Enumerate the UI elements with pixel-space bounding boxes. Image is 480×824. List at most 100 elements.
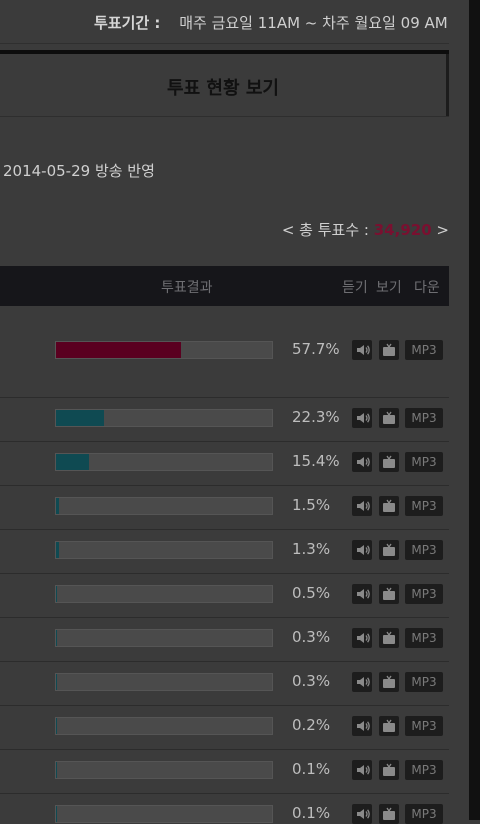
- row-divider: [0, 529, 449, 530]
- speaker-icon: [352, 760, 372, 780]
- vote-bar-fill: [56, 454, 89, 470]
- listen-button[interactable]: [352, 804, 372, 824]
- row-divider: [0, 617, 449, 618]
- divider: [0, 116, 449, 117]
- listen-button[interactable]: [352, 408, 372, 428]
- speaker-icon: [352, 540, 372, 560]
- view-button[interactable]: [379, 584, 399, 604]
- row-divider: [0, 485, 449, 486]
- speaker-icon: [352, 804, 372, 824]
- speaker-icon: [352, 496, 372, 516]
- listen-button[interactable]: [352, 584, 372, 604]
- mp3-download-button[interactable]: MP3: [405, 340, 443, 360]
- speaker-icon: [352, 716, 372, 736]
- vote-bar-fill: [56, 630, 57, 646]
- total-votes-suffix: >: [436, 221, 449, 239]
- listen-button[interactable]: [352, 760, 372, 780]
- mp3-download-button[interactable]: MP3: [405, 672, 443, 692]
- vote-percent: 0.5%: [292, 584, 330, 602]
- vote-percent: 15.4%: [292, 452, 340, 470]
- speaker-icon: [352, 672, 372, 692]
- row-divider: [0, 793, 449, 794]
- vote-bar: [55, 409, 273, 427]
- vote-status-title: 투표 현황 보기: [0, 74, 446, 100]
- listen-button[interactable]: [352, 540, 372, 560]
- row-divider: [0, 705, 449, 706]
- vote-bar: [55, 717, 273, 735]
- mp3-download-button[interactable]: MP3: [405, 716, 443, 736]
- view-button[interactable]: [379, 804, 399, 824]
- listen-button[interactable]: [352, 340, 372, 360]
- vote-percent: 0.3%: [292, 628, 330, 646]
- view-button[interactable]: [379, 340, 399, 360]
- speaker-icon: [352, 628, 372, 648]
- row-divider: [0, 749, 449, 750]
- tv-icon: [379, 760, 399, 780]
- view-button[interactable]: [379, 628, 399, 648]
- vote-percent: 57.7%: [292, 340, 340, 358]
- listen-button[interactable]: [352, 628, 372, 648]
- row-divider: [0, 441, 449, 442]
- vote-bar: [55, 761, 273, 779]
- speaker-icon: [352, 452, 372, 472]
- view-button[interactable]: [379, 760, 399, 780]
- mp3-download-button[interactable]: MP3: [405, 408, 443, 428]
- view-button[interactable]: [379, 540, 399, 560]
- vote-bar: [55, 805, 273, 823]
- view-button[interactable]: [379, 408, 399, 428]
- view-column-header: 보기: [376, 277, 402, 297]
- vote-bar: [55, 673, 273, 691]
- tv-icon: [379, 408, 399, 428]
- voting-period: 투표기간 : 매주 금요일 11AM ~ 차주 월요일 09 AM: [94, 12, 448, 33]
- table-header: 투표결과 듣기 보기 다운: [0, 266, 449, 306]
- panel-top-border: [0, 50, 449, 54]
- listen-button[interactable]: [352, 716, 372, 736]
- tv-icon: [379, 584, 399, 604]
- vote-bar: [55, 585, 273, 603]
- mp3-download-button[interactable]: MP3: [405, 628, 443, 648]
- view-button[interactable]: [379, 716, 399, 736]
- listen-button[interactable]: [352, 452, 372, 472]
- vote-bar: [55, 453, 273, 471]
- vote-bar-fill: [56, 410, 104, 426]
- vote-bar: [55, 629, 273, 647]
- tv-icon: [379, 672, 399, 692]
- view-button[interactable]: [379, 452, 399, 472]
- broadcast-date: 2014-05-29 방송 반영: [3, 160, 155, 181]
- row-divider: [0, 661, 449, 662]
- tv-icon: [379, 804, 399, 824]
- mp3-download-button[interactable]: MP3: [405, 496, 443, 516]
- tv-icon: [379, 628, 399, 648]
- vote-percent: 0.1%: [292, 760, 330, 778]
- voting-period-label: 투표기간 :: [94, 14, 160, 32]
- view-button[interactable]: [379, 496, 399, 516]
- tv-icon: [379, 716, 399, 736]
- result-column-header: 투표결과: [161, 277, 213, 297]
- total-votes-count: 34,920: [374, 221, 432, 239]
- vote-bar-fill: [56, 586, 57, 602]
- listen-button[interactable]: [352, 672, 372, 692]
- vote-percent: 0.1%: [292, 804, 330, 822]
- vote-percent: 0.3%: [292, 672, 330, 690]
- view-button[interactable]: [379, 672, 399, 692]
- total-votes-prefix: < 총 투표수 :: [282, 221, 369, 239]
- row-divider: [0, 397, 449, 398]
- tv-icon: [379, 540, 399, 560]
- listen-button[interactable]: [352, 496, 372, 516]
- speaker-icon: [352, 408, 372, 428]
- mp3-download-button[interactable]: MP3: [405, 804, 443, 824]
- speaker-icon: [352, 584, 372, 604]
- divider: [0, 43, 449, 44]
- row-divider: [0, 573, 449, 574]
- mp3-download-button[interactable]: MP3: [405, 540, 443, 560]
- mp3-download-button[interactable]: MP3: [405, 584, 443, 604]
- tv-icon: [379, 496, 399, 516]
- tv-icon: [379, 340, 399, 360]
- mp3-download-button[interactable]: MP3: [405, 452, 443, 472]
- listen-column-header: 듣기: [342, 277, 368, 297]
- vote-bar-fill: [56, 342, 181, 358]
- total-votes: < 총 투표수 : 34,920 >: [282, 219, 449, 240]
- download-column-header: 다운: [414, 277, 440, 297]
- mp3-download-button[interactable]: MP3: [405, 760, 443, 780]
- vote-bar: [55, 497, 273, 515]
